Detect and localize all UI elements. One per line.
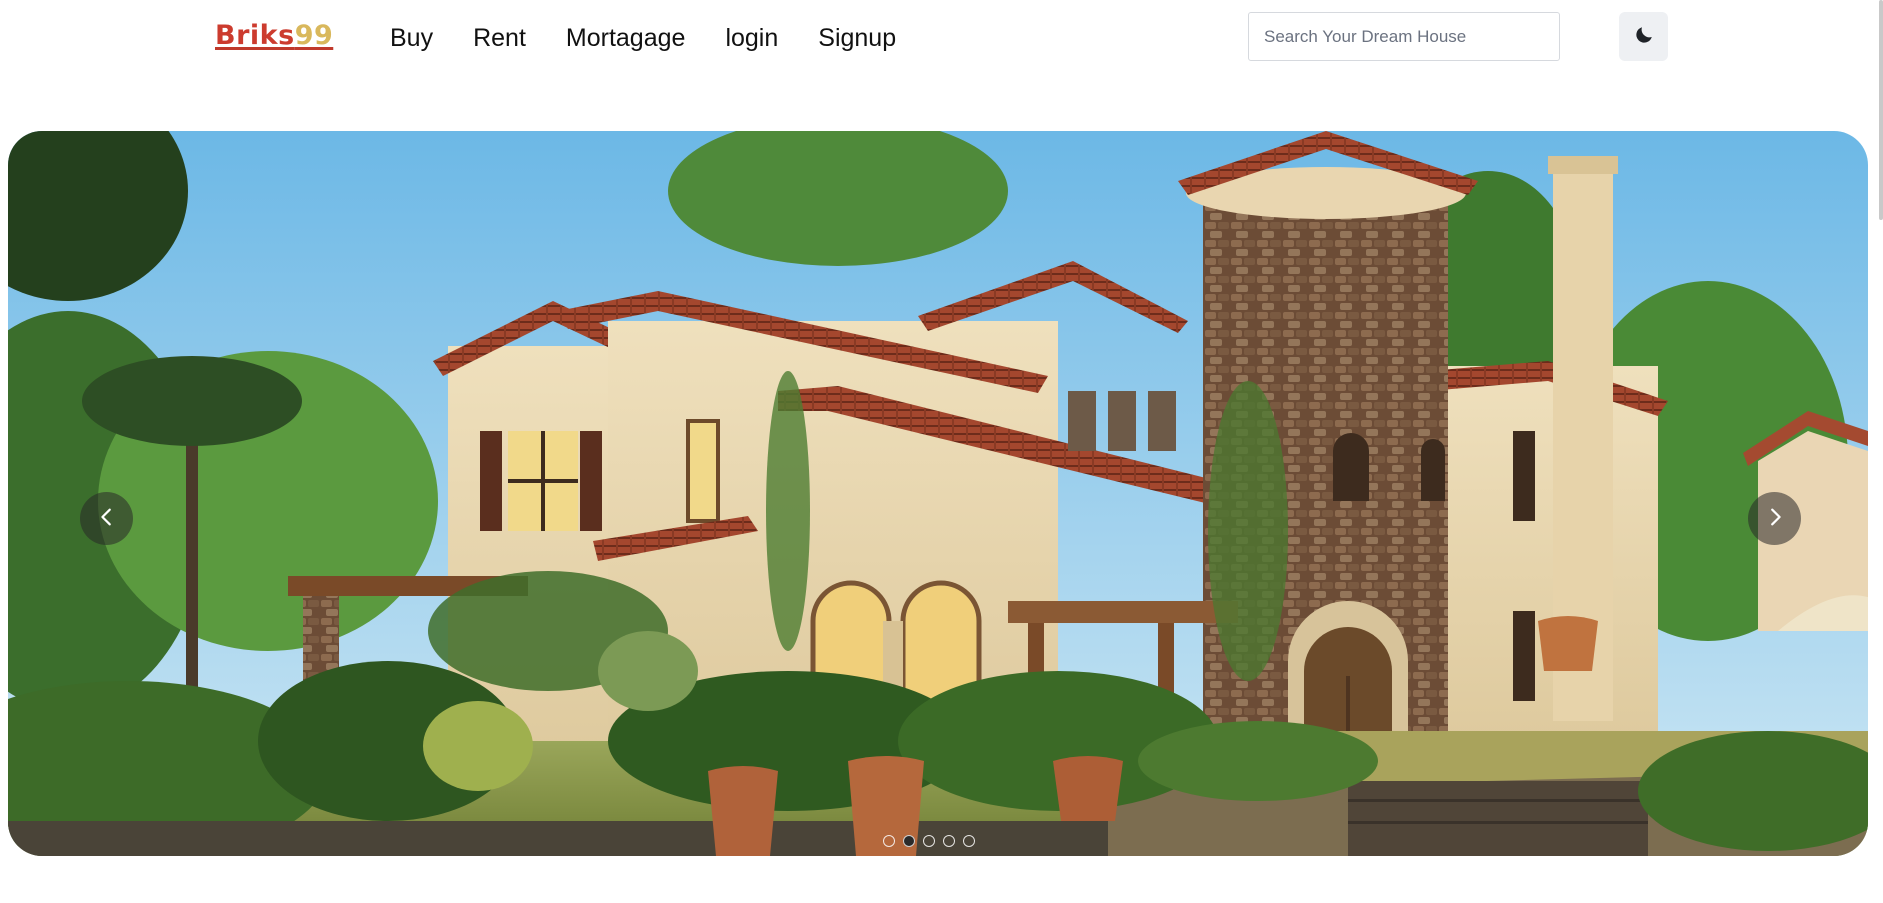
carousel-indicator-4[interactable] [943,835,955,847]
brand-logo[interactable]: Briks99 [215,18,333,54]
chevron-right-icon [1764,506,1786,531]
carousel-next-button[interactable] [1748,492,1801,545]
page-scrollbar[interactable] [1879,0,1883,220]
moon-icon [1633,24,1655,49]
chevron-left-icon [96,506,118,531]
logo-text-accent: 99 [294,20,334,51]
page: Briks99 Buy Rent Mortagage login Signup [0,0,1883,903]
nav-link-signup[interactable]: Signup [818,22,896,54]
nav-link-buy[interactable]: Buy [390,22,433,54]
nav-links: Buy Rent Mortagage login Signup [390,22,896,54]
carousel-indicator-1[interactable] [883,835,895,847]
logo-text-main: Briks [215,20,295,51]
search-input[interactable] [1248,12,1560,61]
nav-link-rent[interactable]: Rent [473,22,526,54]
carousel-indicator-5[interactable] [963,835,975,847]
carousel-indicator-3[interactable] [923,835,935,847]
navbar: Briks99 Buy Rent Mortagage login Signup [0,0,1883,80]
nav-link-login[interactable]: login [725,22,778,54]
carousel-indicator-2[interactable] [903,835,915,847]
hero-carousel [8,131,1868,856]
carousel-indicators [883,835,975,847]
theme-toggle-button[interactable] [1619,12,1668,61]
nav-link-mortgage[interactable]: Mortagage [566,22,686,54]
carousel-slide-house-image [8,131,1868,856]
carousel-prev-button[interactable] [80,492,133,545]
